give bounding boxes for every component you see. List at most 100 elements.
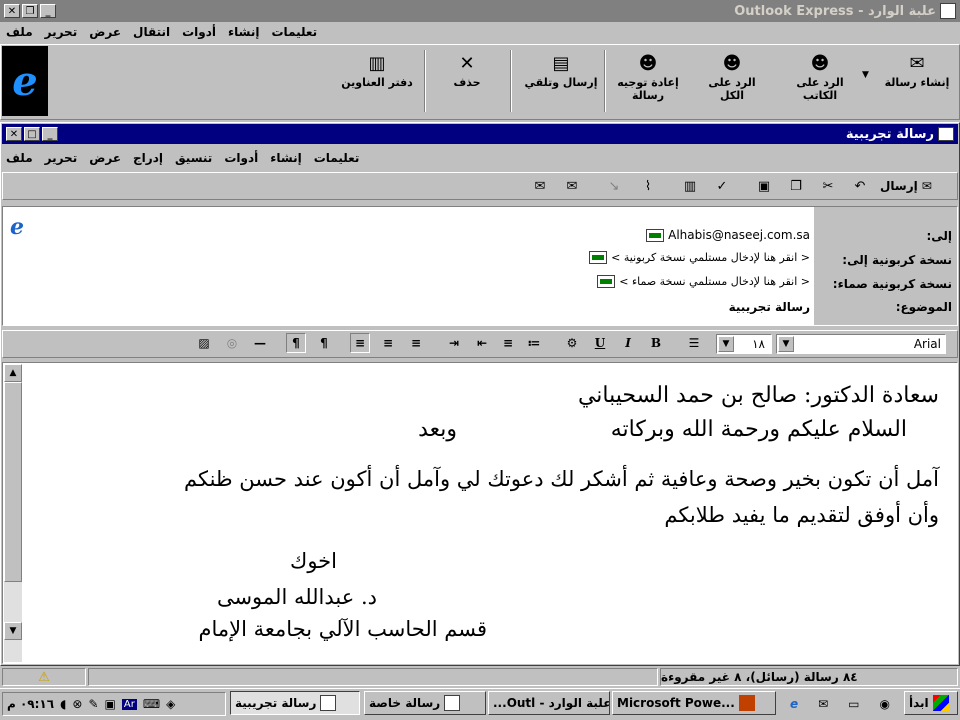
hyperlink-icon[interactable]: ◎ bbox=[222, 333, 242, 353]
encrypt-icon[interactable]: ✉ bbox=[530, 176, 550, 196]
to-field[interactable]: Alhabis@naseej.com.sa bbox=[642, 228, 810, 242]
subject-label: الموضوع: bbox=[895, 300, 952, 314]
taskbar-btn-private-msg[interactable]: رسالة خاصة bbox=[364, 691, 486, 715]
compose-title-bar[interactable]: ✕ □ _ رسالة تجريبية bbox=[2, 124, 958, 144]
subject-field[interactable]: رسالة تجريبية bbox=[729, 300, 810, 314]
ltr-direction-icon[interactable]: ¶ bbox=[314, 333, 334, 353]
reply-all-icon: ☻ bbox=[722, 52, 742, 74]
to-card-icon bbox=[646, 228, 665, 242]
bold-button[interactable]: B bbox=[646, 333, 666, 353]
menu-file[interactable]: ملف bbox=[6, 25, 33, 39]
italic-button[interactable]: I bbox=[618, 333, 638, 353]
bcc-field[interactable]: < انقر هنا لإدخال مستلمي نسخة صماء > bbox=[593, 275, 810, 288]
menu-view[interactable]: عرض bbox=[89, 25, 121, 39]
close-button[interactable]: ✕ bbox=[4, 4, 20, 18]
body-greeting: سعادة الدكتور: صالح بن حمد السحيباني bbox=[577, 383, 939, 408]
scroll-down-button[interactable]: ▼ bbox=[4, 622, 22, 640]
ql-ie-icon[interactable]: e bbox=[790, 697, 798, 711]
message-task-icon bbox=[320, 695, 337, 711]
align-center-icon[interactable]: ≡ bbox=[378, 333, 398, 353]
paragraph-style-icon[interactable]: ☰ bbox=[684, 333, 704, 353]
increase-indent-icon[interactable]: ⇥ bbox=[444, 333, 464, 353]
bcc-card-icon bbox=[597, 275, 616, 288]
scroll-thumb[interactable] bbox=[4, 382, 22, 582]
forward-button[interactable]: ☻ إعادة توجيه رسالة bbox=[612, 48, 684, 112]
ql-channels-icon[interactable]: ◉ bbox=[879, 697, 889, 711]
cut-icon[interactable]: ✂ bbox=[818, 176, 838, 196]
new-message-dropdown-icon[interactable]: ▼ bbox=[862, 70, 869, 80]
underline-button[interactable]: U bbox=[590, 333, 610, 353]
ql-outlook-icon[interactable]: ✉ bbox=[818, 697, 828, 711]
horizontal-line-icon[interactable]: — bbox=[250, 333, 270, 353]
tray-monitor-icon[interactable]: ▣ bbox=[105, 697, 116, 711]
menu-edit[interactable]: تحرير bbox=[45, 25, 78, 39]
compose-app-icon bbox=[938, 127, 954, 141]
font-size-dropdown-icon[interactable]: ▼ bbox=[718, 336, 734, 352]
delete-button[interactable]: ✕ حذف bbox=[432, 48, 502, 112]
insert-picture-icon[interactable]: ▨ bbox=[194, 333, 214, 353]
scroll-up-button[interactable]: ▲ bbox=[4, 364, 22, 382]
clock[interactable]: ٠٩:١٦ م bbox=[7, 697, 54, 711]
sign-icon[interactable]: ✉ bbox=[562, 176, 582, 196]
windows-logo-icon bbox=[932, 695, 949, 711]
menu-go[interactable]: انتقال bbox=[133, 25, 170, 39]
font-name-select[interactable]: Arial bbox=[776, 334, 946, 354]
copy-icon[interactable]: ❐ bbox=[786, 176, 806, 196]
menu-help[interactable]: تعليمات bbox=[272, 25, 318, 39]
compose-minimize-button[interactable]: _ bbox=[42, 127, 58, 141]
decrease-indent-icon[interactable]: ⇤ bbox=[472, 333, 492, 353]
tray-app-icon[interactable]: ◈ bbox=[166, 697, 175, 711]
message-body[interactable]: سعادة الدكتور: صالح بن حمد السحيباني الس… bbox=[2, 362, 958, 664]
menu-tools[interactable]: أدوات bbox=[182, 25, 216, 39]
compose-menu-file[interactable]: ملف bbox=[6, 151, 33, 165]
compose-menu-compose[interactable]: إنشاء bbox=[270, 151, 301, 165]
main-title-bar[interactable]: ✕ ❐ _ علبة الوارد - Outlook Express bbox=[0, 0, 960, 22]
paste-icon[interactable]: ▣ bbox=[754, 176, 774, 196]
align-right-icon[interactable]: ≡ bbox=[406, 333, 426, 353]
taskbar-btn-powerpoint[interactable]: Microsoft Powe... bbox=[612, 691, 776, 715]
bullet-list-icon[interactable]: ≡ bbox=[498, 333, 518, 353]
restore-button[interactable]: ❐ bbox=[22, 4, 38, 18]
font-color-icon[interactable]: ⚙ bbox=[562, 333, 582, 353]
taskbar-btn-inbox[interactable]: علبة الوارد - Outl... bbox=[488, 691, 610, 715]
compose-maximize-button[interactable]: □ bbox=[24, 127, 40, 141]
send-button[interactable]: ✉ إرسال bbox=[880, 176, 956, 196]
system-tray: ٠٩:١٦ م ◖ ⊗ ✎ ▣ Ar ⌨ ◈ bbox=[2, 692, 226, 716]
taskbar-btn-test-msg[interactable]: رسالة تجريبية bbox=[230, 691, 360, 715]
check-names-icon[interactable]: ✓ bbox=[712, 176, 732, 196]
minimize-button[interactable]: _ bbox=[40, 4, 56, 18]
reply-author-button[interactable]: ☻ الرد على الكاتب bbox=[784, 48, 856, 112]
cc-field[interactable]: < انقر هنا لإدخال مستلمي نسخة كربونية > bbox=[585, 251, 810, 264]
attach-icon[interactable]: ⌇ bbox=[638, 176, 658, 196]
tray-network-icon[interactable]: ⊗ bbox=[72, 697, 82, 711]
address-book-button[interactable]: ▥ دفتر العناوين bbox=[334, 48, 420, 112]
toolbar-separator bbox=[424, 50, 426, 112]
new-message-button[interactable]: ✉ إنشاء رسالة bbox=[876, 48, 958, 112]
font-name-dropdown-icon[interactable]: ▼ bbox=[778, 336, 794, 352]
compose-menu-edit[interactable]: تحرير bbox=[45, 151, 78, 165]
send-receive-button[interactable]: ▤ إرسال وتلقي bbox=[520, 48, 602, 112]
compose-menu-insert[interactable]: إدراج bbox=[133, 151, 163, 165]
numbered-list-icon[interactable]: ≔ bbox=[524, 333, 544, 353]
main-menu-bar: ملف تحرير عرض انتقال أدوات إنشاء تعليمات bbox=[0, 22, 960, 42]
compose-close-button[interactable]: ✕ bbox=[6, 127, 22, 141]
compose-menu-view[interactable]: عرض bbox=[89, 151, 121, 165]
tray-edit-icon[interactable]: ✎ bbox=[88, 697, 98, 711]
cc-label: نسخة كربونية إلى: bbox=[842, 253, 952, 267]
compose-menu-help[interactable]: تعليمات bbox=[314, 151, 360, 165]
tray-lang-icon[interactable]: Ar bbox=[121, 698, 137, 710]
ie-logo-icon: e bbox=[2, 46, 48, 116]
align-left-icon[interactable]: ≡ bbox=[350, 333, 370, 353]
rtl-direction-icon[interactable]: ¶ bbox=[286, 333, 306, 353]
compose-menu-tools[interactable]: أدوات bbox=[224, 151, 258, 165]
ql-desktop-icon[interactable]: ▭ bbox=[848, 697, 859, 711]
tray-keyboard-icon[interactable]: ⌨ bbox=[143, 697, 160, 711]
start-button[interactable]: ابدأ bbox=[904, 691, 958, 715]
reply-all-button[interactable]: ☻ الرد على الكل bbox=[696, 48, 768, 112]
compose-menu-format[interactable]: تنسيق bbox=[175, 151, 212, 165]
tray-sound-icon[interactable]: ◖ bbox=[60, 697, 66, 711]
priority-icon[interactable]: ↘ bbox=[604, 176, 624, 196]
address-book-small-icon[interactable]: ▥ bbox=[680, 176, 700, 196]
menu-compose[interactable]: إنشاء bbox=[228, 25, 259, 39]
undo-icon[interactable]: ↶ bbox=[850, 176, 870, 196]
